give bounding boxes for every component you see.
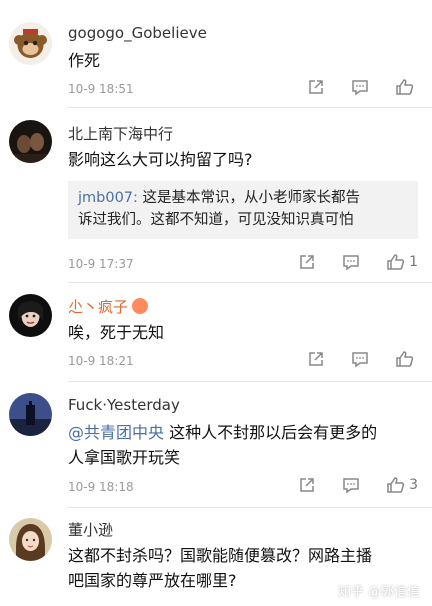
comment-icon	[352, 352, 368, 368]
like-icon	[396, 79, 414, 95]
comment-actions: 3	[298, 476, 418, 494]
timestamp: 10-9 18:51	[68, 82, 134, 96]
share-button[interactable]	[298, 476, 316, 494]
mention-link[interactable]: @共青团中央	[68, 423, 164, 442]
share-icon	[300, 255, 314, 269]
divider	[68, 381, 432, 382]
comment-text-line1: 这种人不封那以后会有更多的	[164, 423, 378, 442]
like-count: 1	[409, 254, 418, 270]
comment-text: 唉，死于无知	[68, 323, 165, 342]
share-icon	[309, 80, 323, 94]
share-icon	[309, 352, 323, 366]
username[interactable]: 尐丶疯子	[68, 296, 149, 317]
divider	[68, 507, 432, 508]
like-button[interactable]	[395, 78, 418, 96]
username[interactable]: 董小逊	[68, 519, 113, 540]
watermark: 知乎 @郭信信	[337, 585, 420, 600]
share-button[interactable]	[298, 253, 316, 271]
comment-actions	[307, 78, 418, 96]
quote-text-line2: 诉过我们。这都不知道，可见没知识真可怕	[78, 212, 354, 228]
divider	[68, 282, 432, 283]
reply-button[interactable]	[351, 350, 369, 368]
avatar[interactable]	[9, 22, 52, 65]
comment-icon	[343, 478, 359, 494]
comment-text: @共青团中央 这种人不封那以后会有更多的	[68, 420, 377, 445]
comment-icon	[343, 255, 359, 271]
username-text: 尐丶疯子	[68, 298, 129, 316]
like-icon	[387, 477, 405, 493]
divider	[68, 107, 432, 108]
comment-feed: gogogo_Gobelieve 作死 10-9 18:51 北上南下海中行 影…	[0, 0, 432, 606]
reply-button[interactable]	[342, 253, 360, 271]
comment-icon	[352, 80, 368, 96]
share-button[interactable]	[307, 350, 325, 368]
emoji-icon	[132, 298, 149, 314]
username[interactable]: Fuck·Yesterday	[68, 396, 180, 414]
like-button[interactable]: 1	[386, 253, 418, 271]
comment-text-line2: 人拿国歌开玩笑	[68, 448, 181, 467]
timestamp: 10-9 18:18	[68, 480, 134, 494]
like-button[interactable]	[395, 350, 418, 368]
comment-text: 影响这么大可以拘留了吗?	[68, 150, 253, 169]
timestamp: 10-9 17:37	[68, 257, 134, 271]
timestamp: 10-9 18:21	[68, 354, 134, 368]
reply-button[interactable]	[342, 476, 360, 494]
avatar[interactable]	[9, 294, 52, 337]
username[interactable]: 北上南下海中行	[68, 123, 173, 144]
like-count: 3	[409, 477, 418, 493]
avatar[interactable]	[9, 393, 52, 436]
quoted-reply: jmb007: 这是基本常识，从小老师家长都告 诉过我们。这都不知道，可见没知识…	[68, 181, 418, 239]
reply-button[interactable]	[351, 78, 369, 96]
quoted-username[interactable]: jmb007:	[78, 190, 138, 206]
avatar[interactable]	[9, 518, 52, 561]
like-icon	[396, 351, 414, 367]
share-button[interactable]	[307, 78, 325, 96]
comment-text-line1: 这都不封杀吗？国歌能随便篡改？网路主播	[68, 546, 373, 565]
username[interactable]: gogogo_Gobelieve	[68, 24, 207, 42]
comment-actions	[307, 350, 418, 368]
like-button[interactable]: 3	[386, 476, 418, 494]
avatar[interactable]	[9, 120, 52, 163]
quote-text-line1: 这是基本常识，从小老师家长都告	[137, 190, 361, 206]
comment-text-line2: 吧国家的尊严放在哪里?	[68, 571, 237, 590]
share-icon	[300, 478, 314, 492]
comment-text: 作死	[68, 51, 101, 70]
comment-actions: 1	[298, 253, 418, 271]
like-icon	[387, 254, 405, 270]
